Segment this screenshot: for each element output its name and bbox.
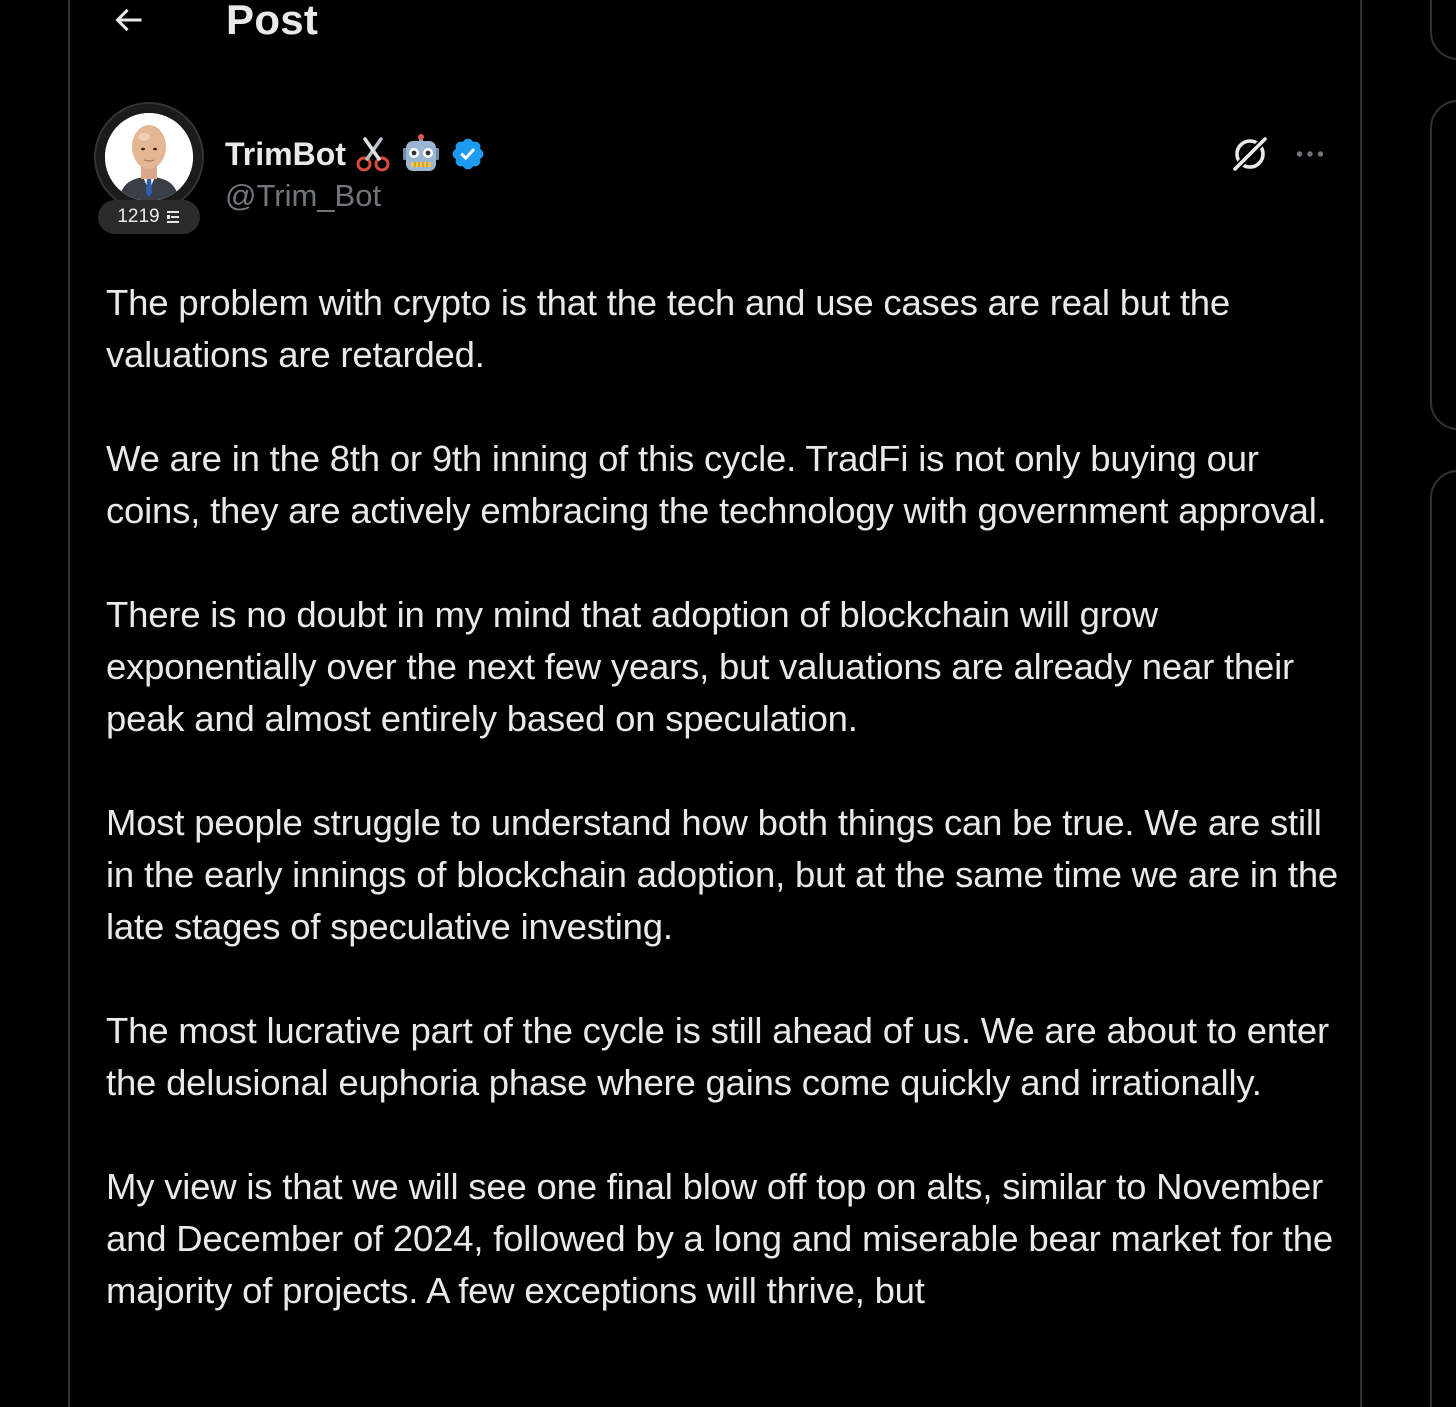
grok-button[interactable] [1228, 132, 1272, 176]
post-paragraph: The problem with crypto is that the tech… [106, 282, 1240, 375]
post-column: Post 1219 TrimBot @Trim_Bot The problem … [68, 0, 1362, 1407]
more-button[interactable] [1288, 132, 1332, 176]
level-count: 1219 [117, 206, 160, 227]
post-paragraph: The most lucrative part of the cycle is … [106, 1010, 1339, 1103]
author-display-name[interactable]: TrimBot [225, 136, 346, 173]
page-title: Post [226, 0, 319, 43]
sidebar-card-edge [1430, 100, 1456, 430]
avatar-image [105, 113, 193, 201]
robot-face-icon [402, 134, 439, 171]
verified-badge-icon[interactable] [450, 136, 486, 172]
author-handle[interactable]: @Trim_Bot [225, 178, 381, 214]
sidebar-card-edge [1430, 0, 1456, 60]
post-paragraph: We are in the 8th or 9th inning of this … [106, 438, 1327, 531]
post-paragraph: Most people struggle to understand how b… [106, 802, 1348, 947]
post-paragraph: There is no doubt in my mind that adopti… [106, 594, 1304, 739]
arrow-left-icon [115, 8, 142, 32]
level-badge: 1219 [98, 200, 200, 234]
sidebar-card-edge [1430, 470, 1456, 1407]
grok-icon [1231, 135, 1269, 173]
post-paragraph: My view is that we will see one final bl… [106, 1166, 1343, 1311]
more-horizontal-icon [1296, 151, 1324, 157]
avatar-frame [94, 102, 204, 212]
back-button[interactable] [104, 0, 152, 42]
author-name-row[interactable]: TrimBot [225, 132, 486, 176]
level-bars-icon [166, 211, 179, 223]
scissors-icon [356, 137, 390, 172]
avatar[interactable] [94, 102, 204, 212]
post-header: Post [70, 0, 1360, 48]
post-text: The problem with crypto is that the tech… [106, 277, 1346, 1369]
